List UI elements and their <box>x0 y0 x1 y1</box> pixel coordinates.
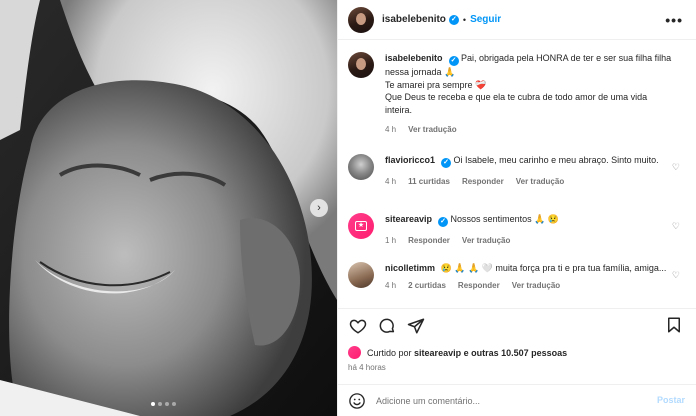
post-header: isabelebenito ✓ • Seguir ••• <box>338 0 696 40</box>
bookmark-icon[interactable] <box>665 316 685 336</box>
comment-item: flavioricco1 ✓ Oi Isabele, meu carinho e … <box>348 154 688 189</box>
comment-meta: 4 h 11 curtidas Responder Ver tradução <box>385 176 675 189</box>
heart-icon[interactable]: ♡ <box>672 270 680 281</box>
comment-text: Nossos sentimentos 🙏 😢 <box>450 214 559 224</box>
carousel-dot <box>151 402 155 406</box>
comment-body: flavioricco1 ✓ Oi Isabele, meu carinho e … <box>385 154 675 189</box>
comment-time: 4 h <box>385 177 397 186</box>
likes-count[interactable]: 11 curtidas <box>408 176 450 189</box>
post-actions: Curtido por siteareavip e outras 10.507 … <box>338 308 696 384</box>
likes-count[interactable]: 2 curtidas <box>408 280 446 293</box>
comment-body: nicolletimm 😢 🙏 🙏 🤍 muita força pra ti e… <box>385 262 675 292</box>
caption-time: 4 h <box>385 125 397 134</box>
liked-username[interactable]: siteareavip <box>414 348 461 358</box>
comment-time: 1 h <box>385 236 397 245</box>
comment-item: nicolletimm 😢 🙏 🙏 🤍 muita força pra ti e… <box>348 262 688 292</box>
translate-link[interactable]: Ver tradução <box>516 176 564 189</box>
avatar[interactable] <box>348 52 374 78</box>
avatar[interactable] <box>348 346 361 359</box>
comment-item: ★ siteareavip ✓ Nossos sentimentos 🙏 😢 1 … <box>348 213 688 248</box>
share-icon[interactable] <box>406 316 426 336</box>
reply-button[interactable]: Responder <box>408 235 450 248</box>
comment-composer: Postar <box>338 384 696 416</box>
comment-text: Oi Isabele, meu carinho e meu abraço. Si… <box>453 155 659 165</box>
caption-username[interactable]: isabelebenito <box>385 53 443 63</box>
caption: isabelebenito ✓ Pai, obrigada pela HONRA … <box>348 52 688 137</box>
verified-icon: ✓ <box>438 217 449 227</box>
heart-icon[interactable]: ♡ <box>672 162 680 173</box>
heart-icon[interactable] <box>348 316 368 336</box>
avatar[interactable]: ★ <box>348 213 374 239</box>
translate-link[interactable]: Ver tradução <box>408 124 456 137</box>
translate-link[interactable]: Ver tradução <box>462 235 510 248</box>
translate-link[interactable]: Ver tradução <box>512 280 560 293</box>
comment-username[interactable]: flavioricco1 <box>385 155 435 165</box>
post-timestamp[interactable]: há 4 horas <box>348 363 386 372</box>
emoji-icon[interactable] <box>348 392 366 410</box>
avatar[interactable] <box>348 154 374 180</box>
liked-by: Curtido por siteareavip e outras 10.507 … <box>348 346 567 359</box>
avatar[interactable] <box>348 262 374 288</box>
comment-input[interactable] <box>376 395 636 406</box>
comment-text: 😢 🙏 🙏 🤍 muita força pra ti e pra tua fam… <box>440 263 667 273</box>
carousel-dot <box>158 402 162 406</box>
heart-icon[interactable]: ♡ <box>672 221 680 232</box>
liked-others[interactable]: e outras 10.507 pessoas <box>464 348 568 358</box>
post-sidebar: isabelebenito ✓ • Seguir ••• isabelebeni… <box>337 0 696 416</box>
caption-body: isabelebenito ✓ Pai, obrigada pela HONRA … <box>385 52 675 137</box>
verified-icon: ✓ <box>448 56 459 66</box>
comments-list[interactable]: isabelebenito ✓ Pai, obrigada pela HONRA … <box>338 40 696 308</box>
comment-meta: 4 h 2 curtidas Responder Ver tradução <box>385 280 675 293</box>
post-modal: › isabelebenito ✓ • Seguir ••• isabelebe… <box>0 0 696 416</box>
comment-body: siteareavip ✓ Nossos sentimentos 🙏 😢 1 h … <box>385 213 675 248</box>
action-bar <box>348 316 426 336</box>
more-icon[interactable]: ••• <box>665 12 683 28</box>
comment-icon[interactable] <box>377 316 397 336</box>
carousel-dots <box>151 402 176 406</box>
author-username[interactable]: isabelebenito <box>382 14 446 25</box>
reply-button[interactable]: Responder <box>458 280 500 293</box>
caption-text-line3: Que Deus te receba e que ela te cubra de… <box>385 92 648 115</box>
post-photo[interactable]: › <box>0 0 337 416</box>
comment-time: 4 h <box>385 280 397 290</box>
comment-meta: 1 h Responder Ver tradução <box>385 235 675 248</box>
portrait-image <box>0 0 337 416</box>
caption-text-line2: Te amarei pra sempre ❤️‍🩹 <box>385 79 487 90</box>
comment-username[interactable]: siteareavip <box>385 214 432 224</box>
comment-username[interactable]: nicolletimm <box>385 263 435 273</box>
verified-icon: ✓ <box>448 14 459 25</box>
post-button[interactable]: Postar <box>657 395 685 405</box>
chevron-right-icon[interactable]: › <box>310 199 328 217</box>
carousel-dot <box>172 402 176 406</box>
follow-button[interactable]: Seguir <box>470 14 501 25</box>
carousel-dot <box>165 402 169 406</box>
avatar[interactable] <box>348 6 374 33</box>
reply-button[interactable]: Responder <box>462 176 504 189</box>
separator: • <box>462 14 467 25</box>
liked-prefix: Curtido por <box>367 347 412 358</box>
verified-icon: ✓ <box>441 158 452 168</box>
caption-meta: 4 h Ver tradução <box>385 124 675 137</box>
